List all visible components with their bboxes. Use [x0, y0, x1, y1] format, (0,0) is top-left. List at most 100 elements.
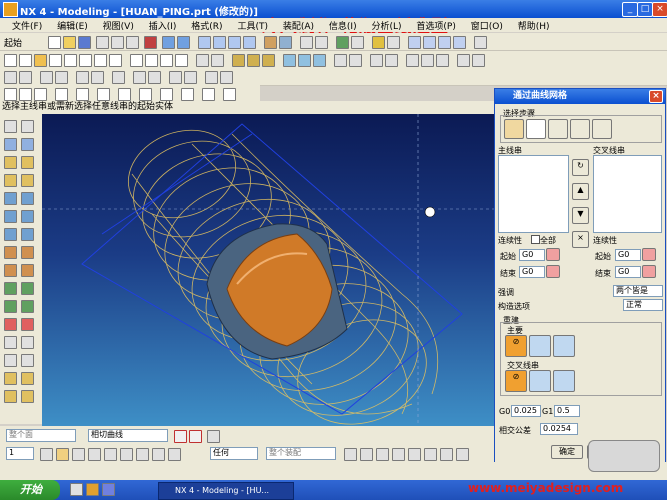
face-blend-icon[interactable]	[21, 264, 34, 277]
update-model-icon[interactable]	[112, 71, 125, 84]
sew-icon[interactable]	[334, 54, 347, 67]
rebuild-cross-degree-icon[interactable]	[529, 370, 551, 392]
block-icon[interactable]	[4, 156, 17, 169]
work-layer-select[interactable]: 1	[6, 447, 34, 460]
snap-control-point-icon[interactable]	[360, 448, 373, 461]
instance-feature-icon[interactable]	[4, 282, 17, 295]
intersect-tolerance-field[interactable]: 0.0254	[540, 423, 578, 435]
bounded-plane-icon[interactable]	[21, 390, 34, 403]
object-display-icon[interactable]	[372, 36, 385, 49]
view-right-icon[interactable]	[438, 36, 451, 49]
feature-parameters-icon[interactable]	[19, 71, 32, 84]
ruled-surface-icon[interactable]	[313, 54, 326, 67]
hole-icon[interactable]	[4, 192, 17, 205]
layer-settings-icon[interactable]	[300, 36, 313, 49]
groove-icon[interactable]	[4, 246, 17, 259]
sketch-line-icon[interactable]	[4, 88, 17, 101]
menu-insert[interactable]: 插入(I)	[149, 19, 177, 32]
n-sided-surface-icon[interactable]	[4, 372, 17, 385]
pan-icon[interactable]	[243, 36, 256, 49]
step-primary-curves-icon[interactable]	[504, 119, 524, 139]
all-checkbox[interactable]	[531, 235, 540, 244]
start-menu-button[interactable]: 起始	[4, 36, 22, 49]
project-curve-icon[interactable]	[160, 54, 173, 67]
edge-blend-icon[interactable]	[4, 264, 17, 277]
menu-edit[interactable]: 编辑(E)	[57, 19, 88, 32]
taskbar-nx-button[interactable]: NX 4 - Modeling - [HU...	[158, 482, 294, 500]
snap-quadrant-icon[interactable]	[120, 448, 133, 461]
suppress-feature-icon[interactable]	[76, 71, 89, 84]
boss-icon[interactable]	[21, 192, 34, 205]
stop-at-intersection-icon[interactable]	[174, 430, 187, 443]
split-body-icon[interactable]	[4, 318, 17, 331]
sketch-trim-icon[interactable]	[97, 88, 110, 101]
view-top-icon[interactable]	[423, 36, 436, 49]
wireframe-view-icon[interactable]	[279, 36, 292, 49]
primary-end-face-icon[interactable]	[546, 265, 560, 278]
rectangle-icon[interactable]	[79, 54, 92, 67]
trim-body-icon[interactable]	[457, 54, 470, 67]
fit-view-icon[interactable]	[198, 36, 211, 49]
wcs-icon[interactable]	[315, 36, 328, 49]
select-all-icon[interactable]	[40, 448, 53, 461]
sweep-icon[interactable]	[262, 54, 275, 67]
slot-icon[interactable]	[21, 228, 34, 241]
polygon-icon[interactable]	[94, 54, 107, 67]
remove-icon[interactable]: ×	[572, 231, 589, 248]
sketch-finish-icon[interactable]	[223, 88, 236, 101]
rebuild-primary-degree-icon[interactable]	[529, 335, 551, 357]
cross-curves-list[interactable]	[593, 155, 662, 233]
cut-icon[interactable]	[96, 36, 109, 49]
snap-center-icon[interactable]	[104, 448, 117, 461]
trim-curve-icon[interactable]	[175, 54, 188, 67]
history-icon[interactable]	[4, 138, 17, 151]
cross-start-face-icon[interactable]	[642, 248, 656, 261]
ok-button[interactable]: 确定	[551, 445, 583, 459]
quicklaunch-desktop-icon[interactable]	[86, 483, 99, 496]
type-filter-select[interactable]: 整个面	[6, 429, 76, 442]
datum-plane-icon[interactable]	[205, 71, 218, 84]
wave-link-icon[interactable]	[184, 71, 197, 84]
menu-assemblies[interactable]: 装配(A)	[283, 19, 314, 32]
datum-axis-icon[interactable]	[220, 71, 233, 84]
sphere-icon[interactable]	[21, 174, 34, 187]
undo-icon[interactable]	[162, 36, 175, 49]
primary-end-select[interactable]: G0	[519, 266, 545, 278]
sketch-extend-icon[interactable]	[118, 88, 131, 101]
primary-start-face-icon[interactable]	[546, 248, 560, 261]
emboss-icon[interactable]	[4, 228, 17, 241]
step-last-face-icon[interactable]	[592, 119, 612, 139]
view-front-icon[interactable]	[408, 36, 421, 49]
menu-preferences[interactable]: 首选项(P)	[416, 19, 455, 32]
menu-tools[interactable]: 工具(T)	[237, 19, 268, 32]
show-hide-icon[interactable]	[336, 36, 349, 49]
part-navigator-icon[interactable]	[4, 120, 17, 133]
help-icon[interactable]	[474, 36, 487, 49]
move-down-icon[interactable]: ▼	[572, 207, 589, 224]
move-object-icon[interactable]	[148, 71, 161, 84]
menu-view[interactable]: 视图(V)	[103, 19, 134, 32]
cylinder-icon[interactable]	[21, 156, 34, 169]
through-curve-mesh-icon[interactable]	[298, 54, 311, 67]
edit-curve-icon[interactable]	[196, 54, 209, 67]
cross-end-select[interactable]: G0	[615, 266, 641, 278]
snap-intersection-icon[interactable]	[136, 448, 149, 461]
primary-start-select[interactable]: G0	[519, 249, 545, 261]
rebuild-cross-none-icon[interactable]: ⊘	[505, 370, 527, 392]
thicken-icon[interactable]	[349, 54, 362, 67]
view-iso-icon[interactable]	[453, 36, 466, 49]
swept-surface-icon[interactable]	[21, 372, 34, 385]
sheet-to-solid-icon[interactable]	[21, 354, 34, 367]
curve-rule-select[interactable]: 相切曲线	[88, 429, 168, 442]
menu-window[interactable]: 窗口(O)	[471, 19, 503, 32]
open-folder-icon[interactable]	[63, 36, 76, 49]
snap-perpendicular-icon[interactable]	[408, 448, 421, 461]
ellipse-icon[interactable]	[109, 54, 122, 67]
through-curves-icon[interactable]	[283, 54, 296, 67]
assembly-scope-select[interactable]: 整个装配	[266, 447, 336, 460]
menu-information[interactable]: 信息(I)	[329, 19, 357, 32]
new-file-icon[interactable]	[48, 36, 61, 49]
unsuppress-feature-icon[interactable]	[91, 71, 104, 84]
start-button[interactable]: 开始	[0, 480, 60, 500]
menu-help[interactable]: 帮助(H)	[518, 19, 550, 32]
